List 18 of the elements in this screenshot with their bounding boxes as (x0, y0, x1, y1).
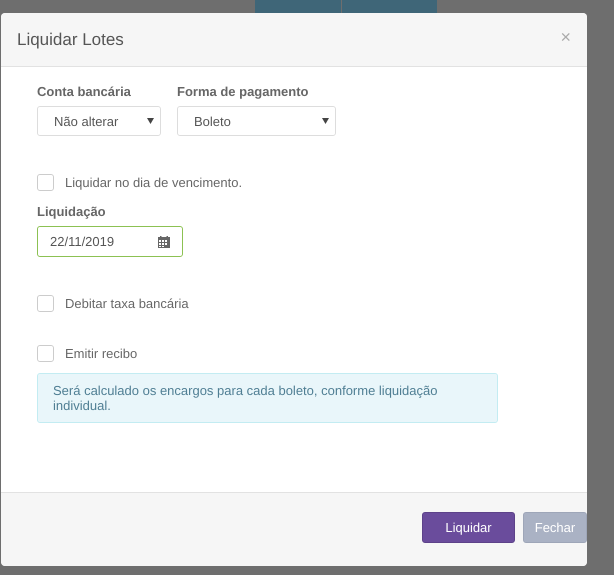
confirm-button[interactable]: Liquidar (422, 512, 515, 542)
dropdown[interactable]: Boleto (177, 106, 336, 136)
checkbox-label: Emitir recibo (65, 346, 138, 361)
checkbox-label: Debitar taxa bancária (65, 296, 189, 311)
caret-icon (322, 118, 329, 124)
field-label: Conta bancária (37, 84, 132, 99)
field-label: Liquidação (37, 204, 107, 219)
checkbox-label: Liquidar no dia de vencimento. (65, 175, 242, 190)
date-field[interactable]: 22/11/2019 (37, 226, 183, 257)
modal-title: Liquidar Lotes (17, 30, 124, 50)
caret-icon (147, 118, 154, 124)
checkbox[interactable] (37, 345, 54, 362)
field-label: Forma de pagamento (177, 84, 310, 99)
dropdown[interactable]: Não alterar (37, 106, 161, 136)
checkbox[interactable] (37, 174, 54, 191)
checkbox[interactable] (37, 295, 54, 312)
alert-message: Será calculado os encargos para cada boleto, conforme liquidação individual. (53, 383, 438, 413)
calendar-icon (158, 236, 170, 248)
